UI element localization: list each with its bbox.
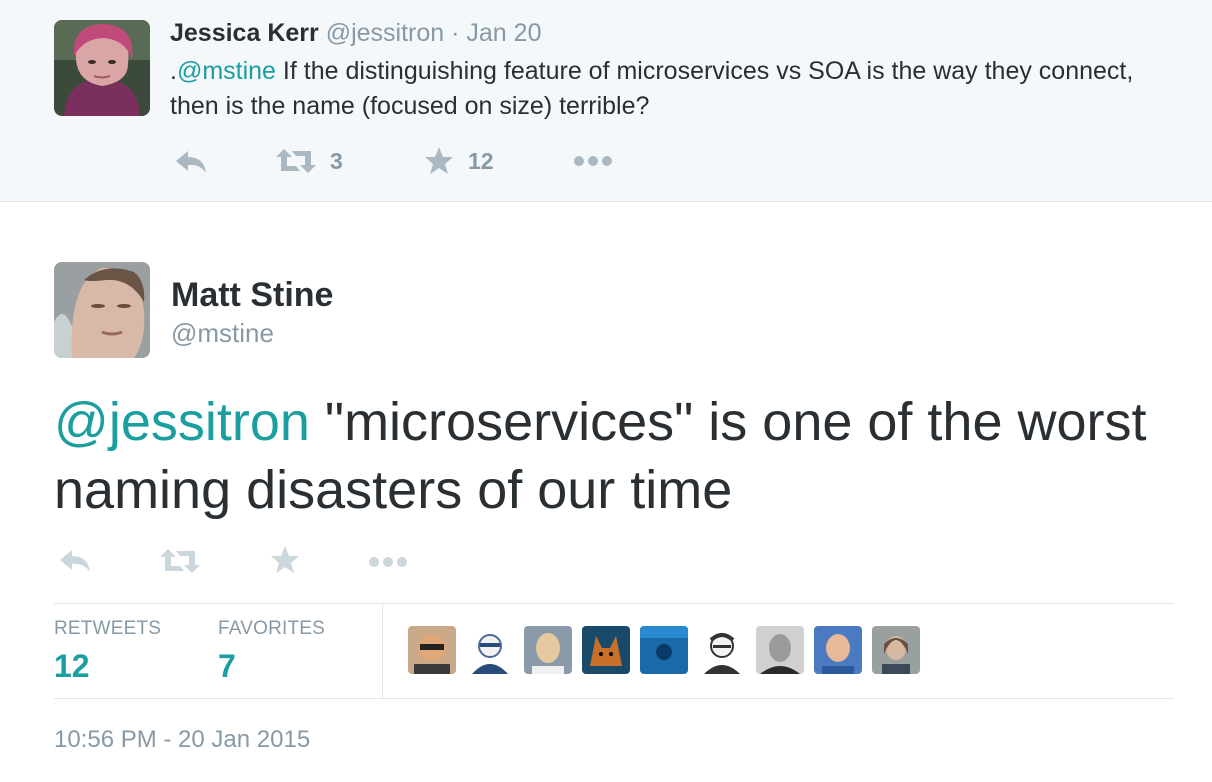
parent-tweet[interactable]: Jessica Kerr @jessitron · Jan 20 .@mstin… (0, 0, 1212, 202)
retweet-button[interactable] (160, 547, 200, 575)
author-handle[interactable]: @jessitron (326, 19, 444, 47)
tweet-text: .@mstine If the distinguishing feature o… (170, 54, 1180, 124)
favoriter-avatar[interactable] (814, 626, 862, 674)
favorites-label: FAVORITES (218, 618, 326, 639)
tweet-text: @jessitron "microservices" is one of the… (54, 388, 1194, 524)
favoriter-avatar[interactable] (640, 626, 688, 674)
tweet-body: If the distinguishing feature of microse… (170, 57, 1134, 120)
text-prefix: . (170, 57, 177, 85)
reply-button[interactable] (58, 548, 92, 574)
favorite-button[interactable] (270, 545, 300, 575)
favoriters-list (408, 626, 930, 674)
favorite-button[interactable]: 12 (424, 146, 494, 176)
reply-icon (176, 151, 206, 173)
favorites-stat[interactable]: FAVORITES 7 (218, 618, 325, 685)
mention-link[interactable]: @jessitron (54, 392, 310, 452)
retweet-button[interactable]: 3 (276, 147, 343, 175)
separator: · (451, 19, 460, 47)
retweets-stat[interactable]: RETWEETS 12 (54, 618, 161, 685)
favoriter-avatar[interactable] (872, 626, 920, 674)
retweet-count: 3 (330, 147, 343, 174)
avatar[interactable] (54, 262, 150, 358)
favoriter-avatar[interactable] (756, 626, 804, 674)
more-icon (369, 557, 407, 567)
more-button[interactable] (368, 556, 408, 568)
author-name[interactable]: Matt Stine (171, 275, 333, 315)
favoriter-avatar[interactable] (466, 626, 514, 674)
more-icon (574, 156, 612, 166)
divider (382, 604, 383, 698)
tweet-stats: RETWEETS 12 FAVORITES 7 (54, 603, 1174, 699)
avatar[interactable] (54, 20, 150, 116)
retweet-icon (160, 549, 200, 573)
favorite-count: 12 (468, 147, 494, 174)
star-icon (425, 147, 453, 174)
more-button[interactable] (573, 155, 613, 167)
star-icon (271, 546, 299, 573)
favoriter-avatar[interactable] (524, 626, 572, 674)
author-handle[interactable]: @mstine (171, 316, 274, 350)
favoriter-avatar[interactable] (698, 626, 746, 674)
tweet-timestamp[interactable]: 10:56 PM - 20 Jan 2015 (54, 726, 310, 754)
author-name[interactable]: Jessica Kerr (170, 19, 319, 47)
retweets-count: 12 (54, 648, 90, 684)
tweet-header: Jessica Kerr @jessitron · Jan 20 (170, 18, 541, 48)
retweet-icon (276, 149, 316, 173)
reply-button[interactable] (174, 149, 208, 175)
tweet-date[interactable]: Jan 20 (466, 19, 541, 47)
favoriter-avatar[interactable] (582, 626, 630, 674)
mention-link[interactable]: @mstine (177, 57, 276, 85)
reply-icon (60, 550, 90, 572)
retweets-label: RETWEETS (54, 618, 162, 639)
favorites-count: 7 (218, 648, 236, 684)
favoriter-avatar[interactable] (408, 626, 456, 674)
